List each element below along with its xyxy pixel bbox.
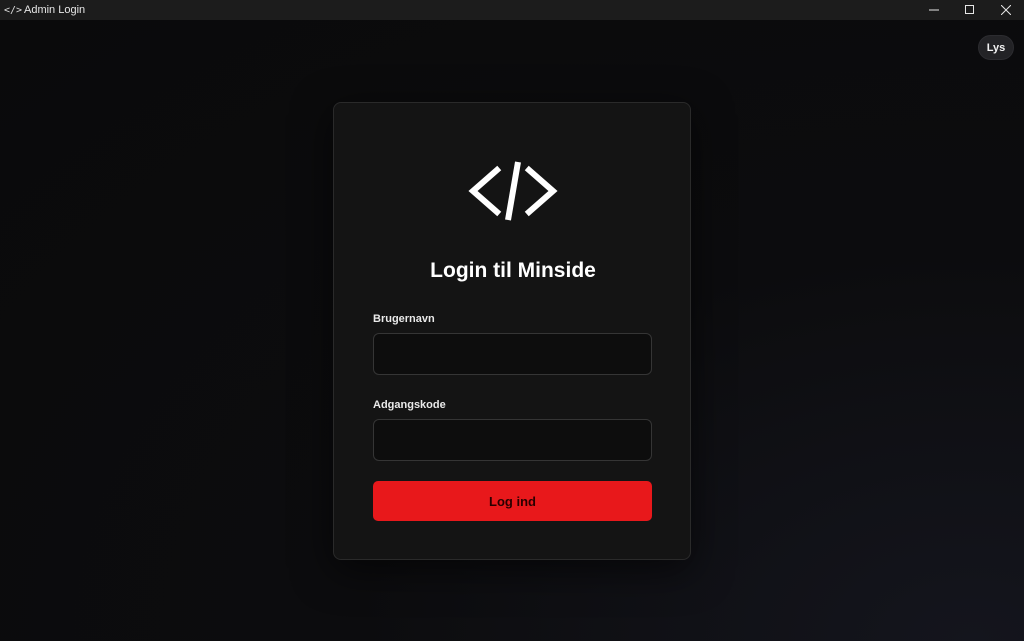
- login-heading: Login til Minside: [430, 259, 596, 282]
- app-content: Lys Login til Minside Brugernavn Adgangs…: [0, 20, 1024, 641]
- password-label: Adgangskode: [373, 399, 446, 411]
- close-button[interactable]: [988, 0, 1024, 20]
- password-input[interactable]: [373, 419, 652, 461]
- title-bar: </> Admin Login: [0, 0, 1024, 20]
- login-card: Login til Minside Brugernavn Adgangskode…: [333, 102, 691, 560]
- code-brackets-icon: [468, 161, 558, 221]
- username-label: Brugernavn: [373, 313, 435, 325]
- username-input[interactable]: [373, 333, 652, 375]
- logo: [334, 158, 692, 224]
- maximize-icon: [965, 5, 974, 14]
- code-icon: </>: [4, 4, 23, 16]
- theme-toggle-button[interactable]: Lys: [978, 35, 1014, 60]
- window-title: Admin Login: [24, 4, 86, 16]
- minimize-icon: [929, 9, 939, 11]
- window-controls: [916, 0, 1024, 20]
- maximize-button[interactable]: [952, 0, 988, 20]
- close-icon: [1001, 5, 1011, 15]
- minimize-button[interactable]: [916, 0, 952, 20]
- login-button[interactable]: Log ind: [373, 481, 652, 521]
